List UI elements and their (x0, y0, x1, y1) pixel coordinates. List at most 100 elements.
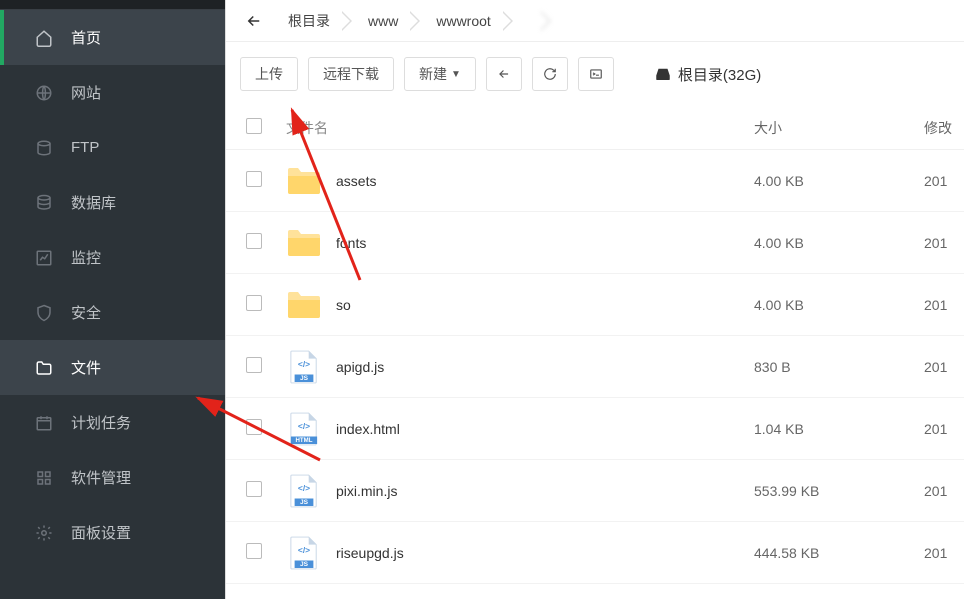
file-date: 201 (924, 545, 964, 561)
sidebar-item-label: 监控 (71, 247, 101, 268)
table-row[interactable]: fonts 4.00 KB201 (226, 212, 964, 274)
back-button[interactable] (236, 5, 272, 37)
breadcrumb-item-current[interactable] (513, 5, 551, 37)
database-icon (35, 194, 53, 212)
sidebar-item-cron[interactable]: 计划任务 (0, 395, 225, 450)
file-table: 文件名 大小 修改 assets4.00 KB201fonts4.00 KB20… (226, 106, 964, 584)
remote-download-button[interactable]: 远程下载 (308, 57, 394, 91)
sidebar-item-label: 安全 (71, 302, 101, 323)
file-icon: </>JS (286, 473, 322, 509)
calendar-icon (35, 414, 53, 432)
row-checkbox[interactable] (246, 543, 262, 559)
row-checkbox[interactable] (246, 481, 262, 497)
svg-text:</>: </> (298, 545, 310, 555)
file-name: index.html (336, 421, 400, 437)
file-name: riseupgd.js (336, 545, 404, 561)
home-icon (35, 29, 53, 47)
shield-icon (35, 304, 53, 322)
header-size[interactable]: 大小 (754, 118, 924, 138)
breadcrumb-item-wwwroot[interactable]: wwwroot (420, 5, 512, 37)
disk-icon (654, 66, 672, 82)
file-size: 1.04 KB (754, 421, 924, 437)
svg-text:JS: JS (300, 375, 309, 382)
file-name: apigd.js (336, 359, 384, 375)
file-icon: </>JS (286, 535, 322, 571)
table-row[interactable]: </>JSpixi.min.js553.99 KB201 (226, 460, 964, 522)
upload-button[interactable]: 上传 (240, 57, 298, 91)
sidebar-item-monitor[interactable]: 监控 (0, 230, 225, 285)
file-date: 201 (924, 421, 964, 437)
sidebar-item-label: 文件 (71, 357, 101, 378)
sidebar-item-home[interactable]: 首页 (0, 10, 225, 65)
sidebar-top-bar (0, 0, 225, 10)
disk-label: 根目录(32G) (678, 64, 761, 85)
row-checkbox[interactable] (246, 357, 262, 373)
sidebar-item-label: 面板设置 (71, 522, 131, 543)
sidebar-item-database[interactable]: 数据库 (0, 175, 225, 230)
sidebar-item-settings[interactable]: 面板设置 (0, 505, 225, 560)
svg-text:JS: JS (300, 499, 309, 506)
file-size: 553.99 KB (754, 483, 924, 499)
disk-info: 根目录(32G) (654, 64, 761, 85)
sidebar-item-security[interactable]: 安全 (0, 285, 225, 340)
sidebar-item-label: FTP (71, 139, 99, 156)
row-checkbox[interactable] (246, 419, 262, 435)
new-button-label: 新建 (419, 64, 447, 84)
folder-icon (35, 359, 53, 377)
sidebar-item-software[interactable]: 软件管理 (0, 450, 225, 505)
file-size: 4.00 KB (754, 235, 924, 251)
sidebar-item-ftp[interactable]: FTP (0, 120, 225, 175)
file-date: 201 (924, 235, 964, 251)
table-row[interactable]: assets 4.00 KB201 (226, 150, 964, 212)
svg-text:</>: </> (298, 359, 310, 369)
header-date[interactable]: 修改 (924, 118, 964, 138)
globe-icon (35, 84, 53, 102)
file-date: 201 (924, 297, 964, 313)
refresh-button[interactable] (532, 57, 568, 91)
ftp-icon (35, 139, 53, 157)
sidebar-item-files[interactable]: 文件 (0, 340, 225, 395)
file-size: 4.00 KB (754, 173, 924, 189)
toolbar: 上传 远程下载 新建 ▼ 根目录(32G) (226, 42, 964, 106)
file-size: 830 B (754, 359, 924, 375)
sidebar-item-label: 计划任务 (71, 412, 131, 433)
file-size: 444.58 KB (754, 545, 924, 561)
select-all-checkbox[interactable] (246, 118, 262, 134)
sidebar-item-label: 首页 (71, 27, 101, 48)
folder-icon (286, 225, 322, 261)
folder-icon (286, 163, 322, 199)
sidebar-item-website[interactable]: 网站 (0, 65, 225, 120)
table-row[interactable]: so 4.00 KB201 (226, 274, 964, 336)
file-name: assets (336, 173, 376, 189)
table-row[interactable]: </>JS riseupgd.js 444.58 KB201 (226, 522, 964, 584)
row-checkbox[interactable] (246, 295, 262, 311)
new-button[interactable]: 新建 ▼ (404, 57, 476, 91)
table-row[interactable]: </> JS apigd.js 830 B201 (226, 336, 964, 398)
nav-back-button[interactable] (486, 57, 522, 91)
folder-icon (286, 287, 322, 323)
gear-icon (35, 524, 53, 542)
terminal-button[interactable] (578, 57, 614, 91)
file-icon: </> JS (286, 349, 322, 385)
breadcrumb-item-root[interactable]: 根目录 (272, 5, 352, 37)
sidebar-item-label: 数据库 (71, 192, 116, 213)
breadcrumb-item-www[interactable]: www (352, 5, 420, 37)
row-checkbox[interactable] (246, 171, 262, 187)
file-name: fonts (336, 235, 366, 251)
grid-icon (35, 469, 53, 487)
chart-icon (35, 249, 53, 267)
breadcrumb: 根目录 www wwwroot (226, 0, 964, 42)
header-name[interactable]: 文件名 (286, 118, 754, 138)
file-size: 4.00 KB (754, 297, 924, 313)
file-date: 201 (924, 359, 964, 375)
caret-down-icon: ▼ (451, 69, 461, 80)
svg-text:HTML: HTML (296, 437, 313, 444)
table-header: 文件名 大小 修改 (226, 106, 964, 150)
sidebar-item-label: 软件管理 (71, 467, 131, 488)
file-icon: </>HTML (286, 411, 322, 447)
file-date: 201 (924, 173, 964, 189)
row-checkbox[interactable] (246, 233, 262, 249)
file-name: so (336, 297, 351, 313)
sidebar-item-label: 网站 (71, 82, 101, 103)
table-row[interactable]: </>HTML index.html 1.04 KB201 (226, 398, 964, 460)
